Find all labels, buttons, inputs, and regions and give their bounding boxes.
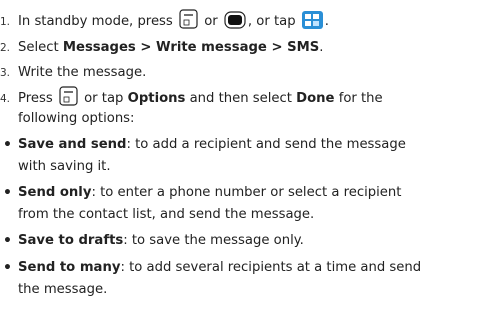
bullet-icon: • xyxy=(3,137,12,153)
option-save-and-send: • Save and send: to add a recipient and … xyxy=(0,134,481,178)
left-softkey-icon xyxy=(59,86,78,106)
option-send-only: • Send only: to enter a phone number or … xyxy=(0,182,481,226)
left-softkey-icon xyxy=(179,9,198,29)
option-send-to-many: • Send to many: to add several recipient… xyxy=(0,257,481,301)
step-1: 1. In standby mode, press or , or tap . xyxy=(0,9,329,33)
step-4-continuation: following options: xyxy=(18,111,135,126)
step-number: 1. xyxy=(0,16,11,28)
step-2: 2. Select Messages > Write message > SMS. xyxy=(0,40,324,55)
bullet-icon: • xyxy=(3,260,12,276)
instruction-page: 1. In standby mode, press or , or tap . 2… xyxy=(0,0,481,333)
step-3: 3. Write the message. xyxy=(0,65,147,80)
center-key-icon xyxy=(224,11,246,29)
step-text: In standby mode, press xyxy=(18,14,177,29)
bullet-icon: • xyxy=(3,233,12,249)
step-4: 4. Press or tap Options and then select D… xyxy=(0,86,383,110)
touch-menu-icon xyxy=(301,11,323,29)
bullet-icon: • xyxy=(3,185,12,201)
option-save-to-drafts: • Save to drafts: to save the message on… xyxy=(0,230,481,252)
